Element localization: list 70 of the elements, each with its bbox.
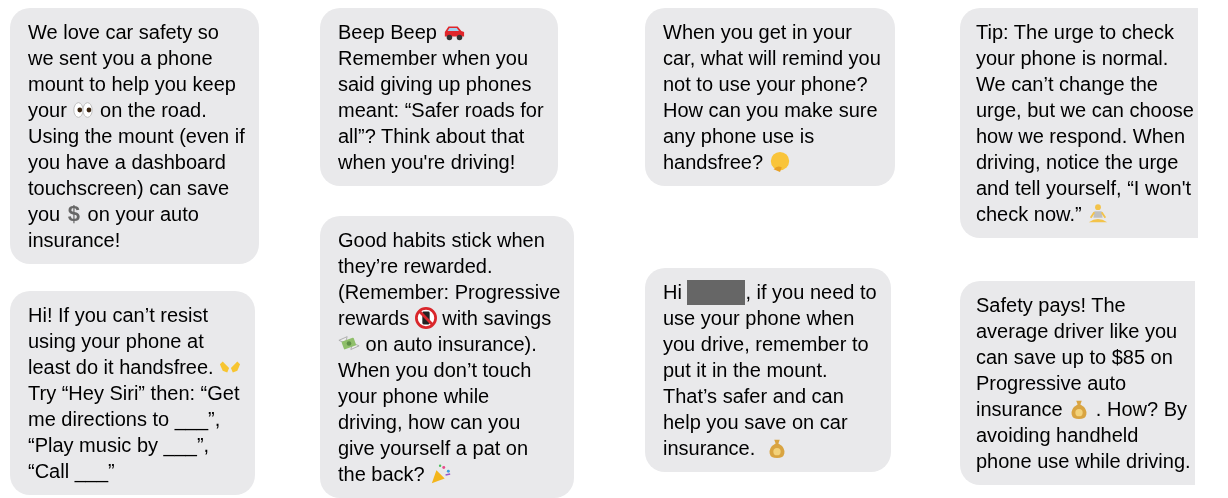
- message-text: Remember when you: [338, 46, 529, 71]
- message-text: and tell yourself, “I won't: [976, 176, 1192, 201]
- message-text: you drive, remember to: [663, 332, 869, 357]
- message-text: me directions to ___”,: [28, 407, 221, 432]
- message-text: said giving up phones: [338, 72, 532, 97]
- message-text: how we respond. When: [976, 124, 1185, 149]
- message-text: mount to help you keep: [28, 72, 236, 97]
- message-text: Good habits stick when: [338, 228, 545, 253]
- message-text: least do it handsfree.: [28, 355, 215, 380]
- message-text: give yourself a pat on: [338, 436, 529, 461]
- message-text: handsfree?: [663, 150, 765, 175]
- eyes-icon: [72, 99, 95, 121]
- message-text: your phone is normal.: [976, 46, 1169, 71]
- message-text: touchscreen) can save: [28, 176, 230, 201]
- message-text: on your auto: [86, 202, 199, 227]
- redaction-block: [687, 279, 746, 305]
- message-text: driving, notice the urge: [976, 150, 1179, 175]
- message-text: Using the mount (even if: [28, 124, 245, 149]
- message-text: check now.”: [976, 202, 1083, 227]
- message-text: when you're driving!: [338, 150, 516, 175]
- no-phone-icon: [414, 307, 437, 329]
- message-text: use your phone when: [663, 306, 855, 331]
- message-text: with savings: [441, 306, 552, 331]
- dollar-sign: $: [66, 201, 82, 227]
- message-text: you have a dashboard: [28, 150, 226, 175]
- message-text: can save up to $85 on: [976, 345, 1173, 370]
- message-text: the back?: [338, 462, 426, 487]
- message-text: Try “Hey Siri” then: “Get: [28, 381, 240, 406]
- message-text: When you get in your: [663, 20, 852, 45]
- message-text: We can’t change the: [976, 72, 1158, 97]
- message-text: meant: “Safer roads for: [338, 98, 544, 123]
- message-text: not to use your phone?: [663, 72, 868, 97]
- message-text: rewards: [338, 306, 411, 331]
- message-text: insurance.: [663, 436, 757, 461]
- message-text: on auto insurance).: [364, 332, 537, 357]
- message-text: That’s safer and can: [663, 384, 844, 409]
- message-text: all”? Think about that: [338, 124, 525, 149]
- message-text: you: [28, 202, 62, 227]
- message-text: insurance!: [28, 228, 121, 253]
- message-text: We love car safety so: [28, 20, 219, 45]
- message-text: (Remember: Progressive: [338, 280, 561, 305]
- message-text: “Call ___”: [28, 459, 115, 484]
- message-text: driving, how can you: [338, 410, 521, 435]
- message-text: on the road.: [99, 98, 207, 123]
- message-text: avoiding handheld: [976, 423, 1139, 448]
- message-text: average driver like you: [976, 319, 1178, 344]
- message-text: phone use while driving.: [976, 449, 1191, 474]
- message-text: using your phone at: [28, 329, 204, 354]
- message-text: Progressive auto: [976, 371, 1127, 396]
- message-text: When you don’t touch: [338, 358, 532, 383]
- message-text: they’re rewarded.: [338, 254, 493, 279]
- message-text: your: [28, 98, 68, 123]
- message-text: , if you need to: [745, 280, 877, 305]
- message-text: How can you make sure: [663, 98, 878, 123]
- message-text: Hi: [663, 280, 683, 305]
- message-text: urge, but we can choose: [976, 98, 1194, 123]
- message-text: insurance: [976, 397, 1064, 422]
- message-text: Tip: The urge to check: [976, 20, 1174, 45]
- message-text: we sent you a phone: [28, 46, 213, 71]
- message-text: . How? By: [1094, 397, 1187, 422]
- message-text: Beep Beep: [338, 20, 438, 45]
- message-text: put it in the mount.: [663, 358, 828, 383]
- message-text: any phone use is: [663, 124, 815, 149]
- message-text: car, what will remind you: [663, 46, 881, 71]
- message-text: Safety pays! The: [976, 293, 1126, 318]
- message-text: Hi! If you can’t resist: [28, 303, 209, 328]
- message-text: “Play music by ___”,: [28, 433, 210, 458]
- party-popper-icon: [430, 463, 453, 485]
- message-text: help you save on car: [663, 410, 848, 435]
- message-text: your phone while: [338, 384, 490, 409]
